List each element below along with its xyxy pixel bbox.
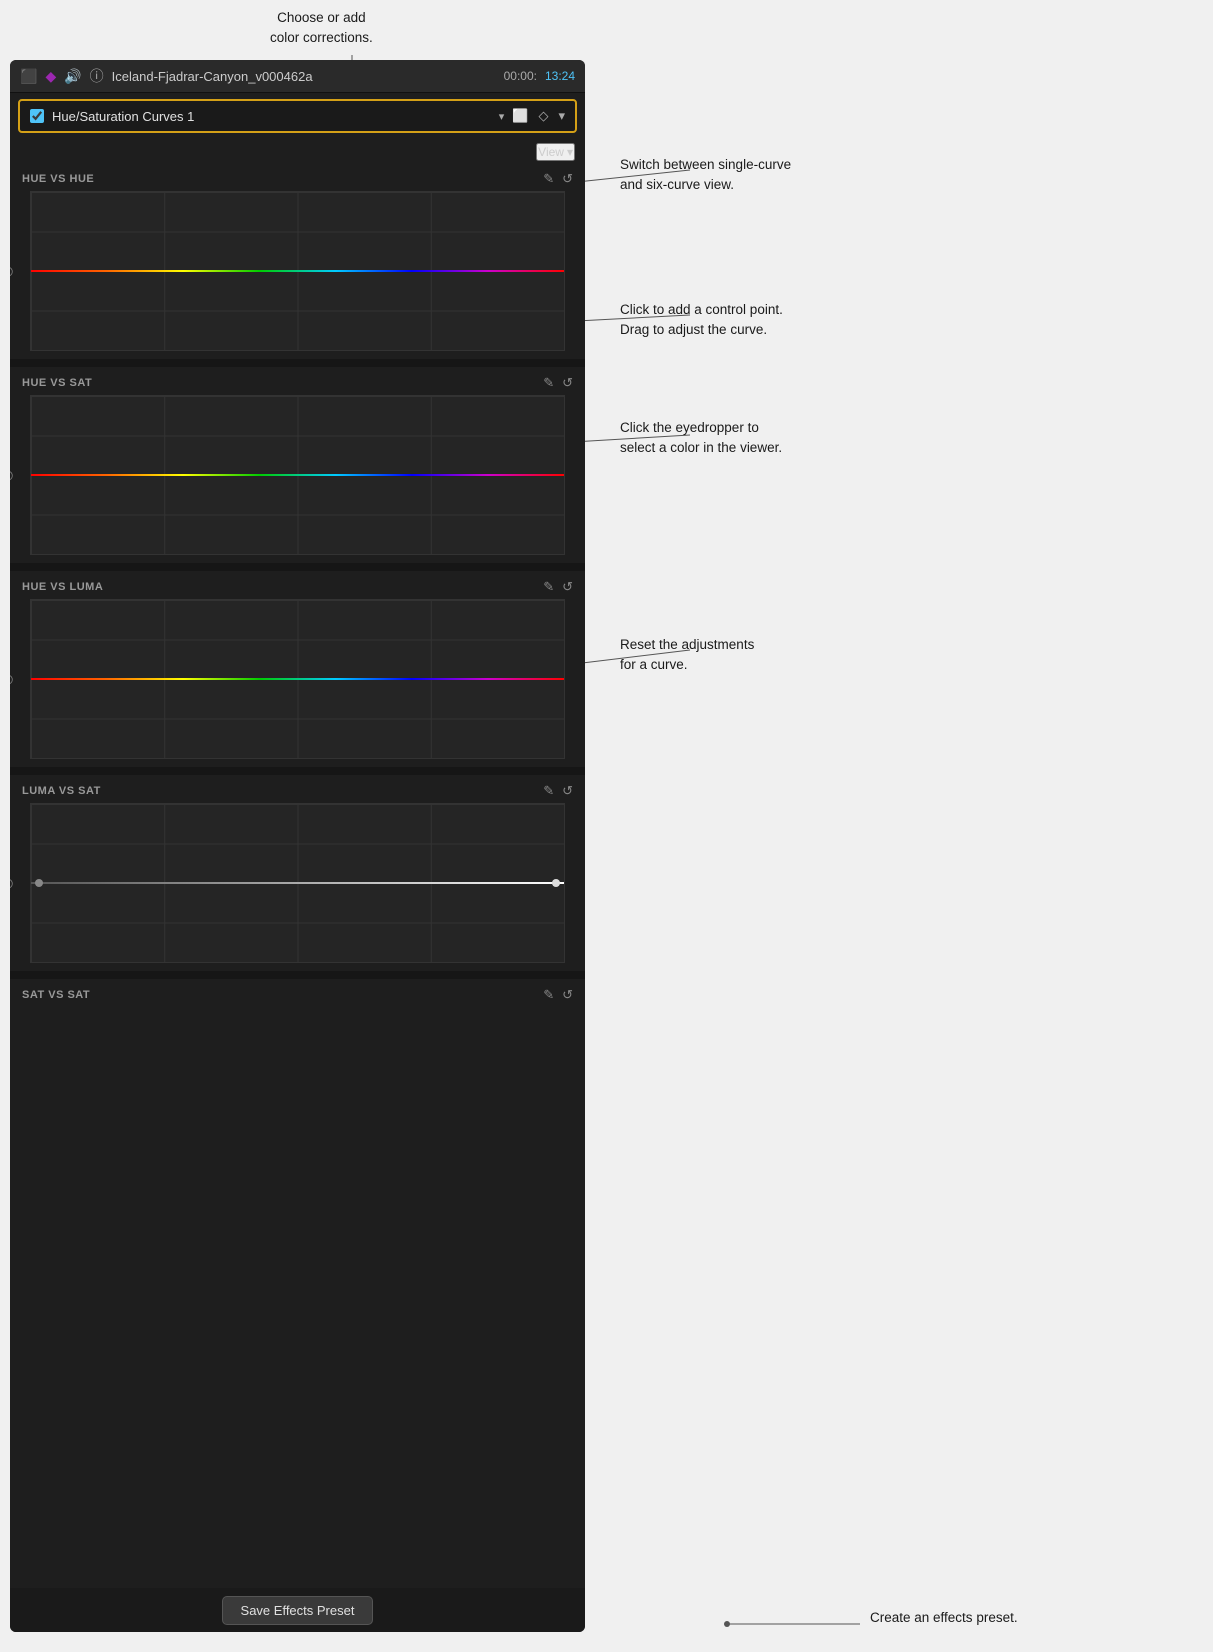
curve-hue-luma-label: HUE vs LUMA <box>22 581 103 593</box>
separator-4 <box>10 971 585 979</box>
effect-header: Hue/Saturation Curves 1 ▾ ⬜ ◇ ▾ <box>18 99 577 133</box>
save-effects-preset-button[interactable]: Save Effects Preset <box>222 1596 374 1625</box>
effect-settings-icon[interactable]: ◇ <box>538 108 548 124</box>
timecode-end: 13:24 <box>545 69 575 83</box>
effect-mask-icon[interactable]: ⬜ <box>512 108 528 124</box>
view-chevron-icon: ▾ <box>567 145 573 159</box>
effect-more-icon[interactable]: ▾ <box>558 108 565 124</box>
curve-hue-hue-actions: ✎ ↺ <box>543 171 573 187</box>
luma-sat-left-dot <box>35 879 43 887</box>
annotation-preset: Create an effects preset. <box>870 1608 1018 1628</box>
film-icon: ⬛ <box>20 68 37 85</box>
reset-sat-sat-icon[interactable]: ↺ <box>562 987 573 1003</box>
toolbar: ⬛ ◆ 🔊 ⓘ Iceland-Fjadrar-Canyon_v000462a … <box>10 60 585 93</box>
hue-sat-rainbow-line <box>31 474 564 476</box>
effect-dropdown-icon[interactable]: ▾ <box>499 110 505 123</box>
curve-sat-sat-header: SAT vs SAT ✎ ↺ <box>10 979 585 1007</box>
curve-hue-luma-header: HUE vs LUMA ✎ ↺ <box>10 571 585 599</box>
bottom-bar: Save Effects Preset <box>10 1588 585 1632</box>
reset-hue-sat-icon[interactable]: ↺ <box>562 375 573 391</box>
annotation-eyedropper: Click the eyedropper toselect a color in… <box>620 418 782 457</box>
hue-hue-eye-icon: ◎ <box>10 263 13 279</box>
main-panel: ⬛ ◆ 🔊 ⓘ Iceland-Fjadrar-Canyon_v000462a … <box>10 60 585 1632</box>
curve-hue-hue-header: HUE vs HUE ✎ ↺ <box>10 163 585 191</box>
curve-section-hue-vs-sat: HUE vs SAT ✎ ↺ ◎ <box>10 367 585 555</box>
curve-luma-sat-actions: ✎ ↺ <box>543 783 573 799</box>
eyedropper-luma-sat-icon[interactable]: ✎ <box>543 783 554 799</box>
curve-luma-sat-canvas[interactable] <box>30 803 565 963</box>
eyedropper-hue-sat-icon[interactable]: ✎ <box>543 375 554 391</box>
filename: Iceland-Fjadrar-Canyon_v000462a <box>112 69 496 84</box>
curve-section-hue-vs-hue: HUE vs HUE ✎ ↺ ◎ <box>10 163 585 351</box>
timecode-start: 00:00: <box>504 69 537 83</box>
curve-hue-sat-canvas[interactable] <box>30 395 565 555</box>
eyedropper-hue-luma-icon[interactable]: ✎ <box>543 579 554 595</box>
curve-hue-luma-canvas[interactable] <box>30 599 565 759</box>
curve-section-sat-vs-sat: SAT vs SAT ✎ ↺ <box>10 979 585 1007</box>
curve-section-luma-vs-sat: LUMA vs SAT ✎ ↺ ◎ <box>10 775 585 963</box>
view-row: View ▾ <box>10 139 585 163</box>
info-icon: ⓘ <box>90 66 104 86</box>
luma-sat-right-dot <box>552 879 560 887</box>
view-button[interactable]: View ▾ <box>536 143 575 161</box>
separator-3 <box>10 767 585 775</box>
curve-luma-sat-header: LUMA vs SAT ✎ ↺ <box>10 775 585 803</box>
effect-enable-checkbox[interactable] <box>30 109 44 123</box>
reset-hue-hue-icon[interactable]: ↺ <box>562 171 573 187</box>
hue-luma-eye-icon: ◎ <box>10 671 13 687</box>
curve-hue-hue-canvas[interactable] <box>30 191 565 351</box>
curve-sat-sat-label: SAT vs SAT <box>22 989 90 1001</box>
reset-hue-luma-icon[interactable]: ↺ <box>562 579 573 595</box>
curve-hue-sat-actions: ✎ ↺ <box>543 375 573 391</box>
annotation-reset: Reset the adjustmentsfor a curve. <box>620 635 754 674</box>
curve-hue-hue-label: HUE vs HUE <box>22 173 94 185</box>
color-icon: ◆ <box>45 68 56 85</box>
curve-hue-sat-header: HUE vs SAT ✎ ↺ <box>10 367 585 395</box>
curve-hue-sat-label: HUE vs SAT <box>22 377 92 389</box>
curve-sat-sat-actions: ✎ ↺ <box>543 987 573 1003</box>
hue-sat-eye-icon: ◎ <box>10 467 13 483</box>
eyedropper-sat-sat-icon[interactable]: ✎ <box>543 987 554 1003</box>
curve-hue-luma-actions: ✎ ↺ <box>543 579 573 595</box>
annotation-top: Choose or addcolor corrections. <box>270 8 373 47</box>
annotation-control-point: Click to add a control point.Drag to adj… <box>620 300 783 339</box>
reset-luma-sat-icon[interactable]: ↺ <box>562 783 573 799</box>
annotation-view: Switch between single-curveand six-curve… <box>620 155 791 194</box>
curve-section-hue-vs-luma: HUE vs LUMA ✎ ↺ ◎ <box>10 571 585 759</box>
effect-icons: ⬜ ◇ ▾ <box>512 108 565 124</box>
effect-name: Hue/Saturation Curves 1 <box>52 109 491 124</box>
hue-luma-rainbow-line <box>31 678 564 680</box>
eyedropper-hue-hue-icon[interactable]: ✎ <box>543 171 554 187</box>
audio-icon: 🔊 <box>64 68 81 85</box>
luma-sat-eye-icon: ◎ <box>10 875 13 891</box>
curve-luma-sat-label: LUMA vs SAT <box>22 785 101 797</box>
separator-1 <box>10 359 585 367</box>
luma-sat-white-line <box>31 882 564 884</box>
hue-hue-rainbow-line <box>31 270 564 272</box>
separator-2 <box>10 563 585 571</box>
